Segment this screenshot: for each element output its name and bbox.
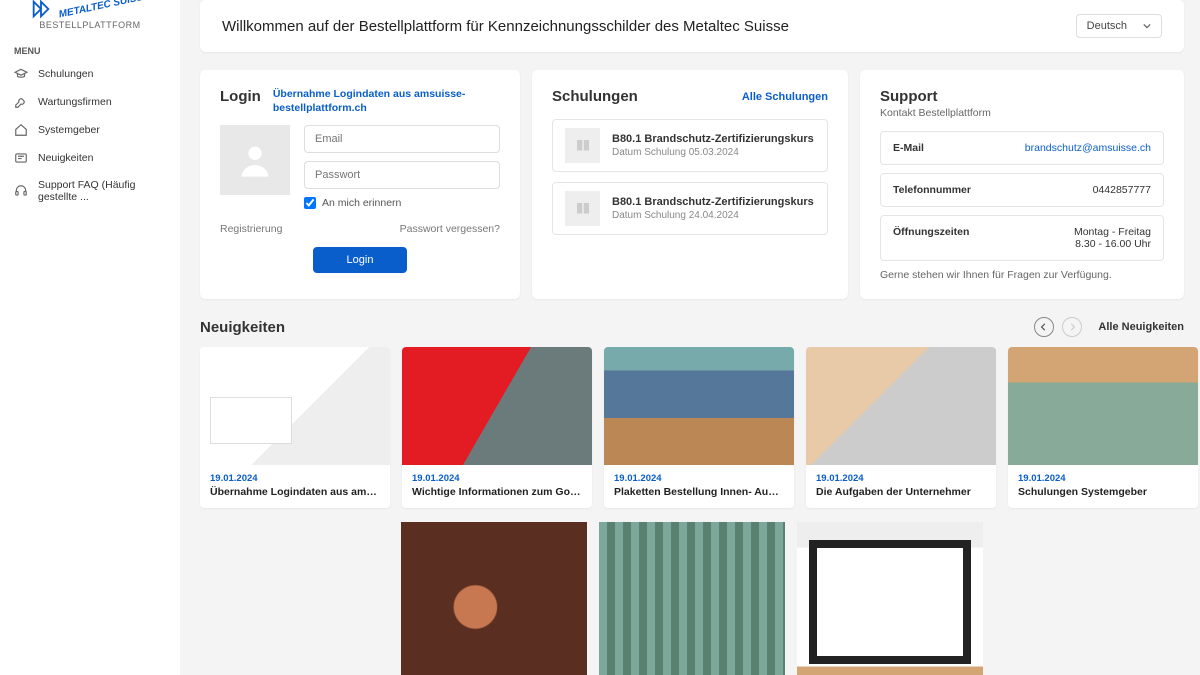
news-date: 19.01.2024 (210, 473, 380, 484)
schulung-item[interactable]: B80.1 Brandschutz-Zertifizierungskurs Da… (552, 182, 828, 235)
news-card-title: Wichtige Informationen zum Go-Live (412, 486, 582, 498)
sidebar-item-label: Neuigkeiten (38, 152, 93, 164)
logo-subtitle: BESTELLPLATTFORM (0, 20, 180, 40)
logo-text: METALTEC SUISSE (58, 0, 151, 20)
news-date: 19.01.2024 (614, 473, 784, 484)
house-icon (14, 123, 28, 137)
schulungen-title: Schulungen (552, 88, 638, 105)
support-subtitle: Kontakt Bestellplattform (880, 107, 1164, 119)
logo[interactable]: METALTEC SUISSE (0, 0, 180, 20)
sidebar-item-neuigkeiten[interactable]: Neuigkeiten (0, 144, 180, 172)
news-image (200, 347, 390, 465)
welcome-text: Willkommen auf der Bestellplattform für … (222, 18, 789, 35)
news-title: Neuigkeiten (200, 319, 285, 336)
menu-label: MENU (0, 40, 180, 60)
news-card[interactable]: 19.01.2024 Schulungen Systemgeber (1008, 347, 1198, 508)
password-field[interactable] (304, 161, 500, 189)
news-header: Neuigkeiten Alle Neuigkeiten (200, 317, 1184, 337)
support-label: Telefonnummer (893, 184, 971, 196)
support-label: E-Mail (893, 142, 924, 154)
bottom-image-row (200, 522, 1184, 675)
user-icon (235, 140, 275, 180)
remember-input[interactable] (304, 197, 316, 209)
sidebar-item-label: Wartungsfirmen (38, 96, 112, 108)
support-phone: 0442857777 (1093, 184, 1151, 196)
news-card-title: Übernahme Logindaten aus amsuisse-... (210, 486, 380, 498)
language-select[interactable]: Deutsch (1076, 14, 1162, 38)
sidebar: METALTEC SUISSE BESTELLPLATTFORM MENU Sc… (0, 0, 180, 675)
promo-image[interactable] (797, 522, 983, 675)
support-footer: Gerne stehen wir Ihnen für Fragen zur Ve… (880, 269, 1164, 281)
news-image (1008, 347, 1198, 465)
login-card: Login Übernahme Logindaten aus amsuisse-… (200, 70, 520, 299)
news-image (604, 347, 794, 465)
support-label: Öffnungszeiten (893, 226, 969, 250)
wrench-icon (14, 95, 28, 109)
support-phone-row: Telefonnummer 0442857777 (880, 173, 1164, 207)
news-date: 19.01.2024 (1018, 473, 1188, 484)
headset-icon (14, 184, 28, 198)
news-card-title: Die Aufgaben der Unternehmer (816, 486, 986, 498)
news-card-title: Schulungen Systemgeber (1018, 486, 1188, 498)
news-next-button[interactable] (1062, 317, 1082, 337)
news-card[interactable]: 19.01.2024 Wichtige Informationen zum Go… (402, 347, 592, 508)
promo-image[interactable] (599, 522, 785, 675)
support-hours: Montag - Freitag 8.30 - 16.00 Uhr (1074, 226, 1151, 250)
sidebar-item-systemgeber[interactable]: Systemgeber (0, 116, 180, 144)
remember-checkbox[interactable]: An mich erinnern (304, 197, 500, 209)
news-card[interactable]: 19.01.2024 Übernahme Logindaten aus amsu… (200, 347, 390, 508)
sidebar-item-wartungsfirmen[interactable]: Wartungsfirmen (0, 88, 180, 116)
schulung-date: Datum Schulung 05.03.2024 (612, 147, 814, 158)
sidebar-item-schulungen[interactable]: Schulungen (0, 60, 180, 88)
remember-label: An mich erinnern (322, 197, 401, 209)
news-image (806, 347, 996, 465)
avatar-placeholder (220, 125, 290, 195)
register-link[interactable]: Registrierung (220, 223, 282, 235)
login-transfer-link[interactable]: Übernahme Logindaten aus amsuisse-bestel… (273, 88, 500, 115)
all-schulungen-link[interactable]: Alle Schulungen (742, 91, 828, 103)
schulung-date: Datum Schulung 24.04.2024 (612, 210, 814, 221)
welcome-bar: Willkommen auf der Bestellplattform für … (200, 0, 1184, 52)
sidebar-item-label: Systemgeber (38, 124, 100, 136)
email-field[interactable] (304, 125, 500, 153)
news-image (402, 347, 592, 465)
login-title: Login (220, 88, 261, 105)
news-icon (14, 151, 28, 165)
schulungen-card: Schulungen Alle Schulungen B80.1 Brandsc… (532, 70, 848, 299)
news-row: 19.01.2024 Übernahme Logindaten aus amsu… (200, 347, 1184, 508)
news-prev-button[interactable] (1034, 317, 1054, 337)
graduation-icon (14, 67, 28, 81)
language-label: Deutsch (1087, 20, 1127, 32)
news-card[interactable]: 19.01.2024 Plaketten Bestellung Innen- A… (604, 347, 794, 508)
news-nav: Alle Neuigkeiten (1034, 317, 1184, 337)
support-title: Support (880, 88, 1164, 105)
login-button[interactable]: Login (313, 247, 408, 273)
book-icon (565, 128, 600, 163)
schulung-item[interactable]: B80.1 Brandschutz-Zertifizierungskurs Da… (552, 119, 828, 172)
support-card: Support Kontakt Bestellplattform E-Mail … (860, 70, 1184, 299)
news-card-title: Plaketten Bestellung Innen- Aussentüren (614, 486, 784, 498)
news-date: 19.01.2024 (412, 473, 582, 484)
forgot-password-link[interactable]: Passwort vergessen? (400, 223, 500, 235)
sidebar-item-label: Schulungen (38, 68, 93, 80)
news-date: 19.01.2024 (816, 473, 986, 484)
chevron-down-icon (1143, 22, 1151, 30)
support-hours-row: Öffnungszeiten Montag - Freitag 8.30 - 1… (880, 215, 1164, 261)
book-icon (565, 191, 600, 226)
support-email-link[interactable]: brandschutz@amsuisse.ch (1025, 142, 1151, 154)
all-news-link[interactable]: Alle Neuigkeiten (1098, 321, 1184, 333)
sidebar-item-label: Support FAQ (Häufig gestellte ... (38, 179, 166, 203)
promo-image[interactable] (401, 522, 587, 675)
schulung-title: B80.1 Brandschutz-Zertifizierungskurs (612, 133, 814, 145)
sidebar-item-support[interactable]: Support FAQ (Häufig gestellte ... (0, 172, 180, 210)
schulung-title: B80.1 Brandschutz-Zertifizierungskurs (612, 196, 814, 208)
news-card[interactable]: 19.01.2024 Die Aufgaben der Unternehmer (806, 347, 996, 508)
logo-icon (30, 0, 52, 20)
main-content: Willkommen auf der Bestellplattform für … (180, 0, 1200, 675)
support-email-row: E-Mail brandschutz@amsuisse.ch (880, 131, 1164, 165)
